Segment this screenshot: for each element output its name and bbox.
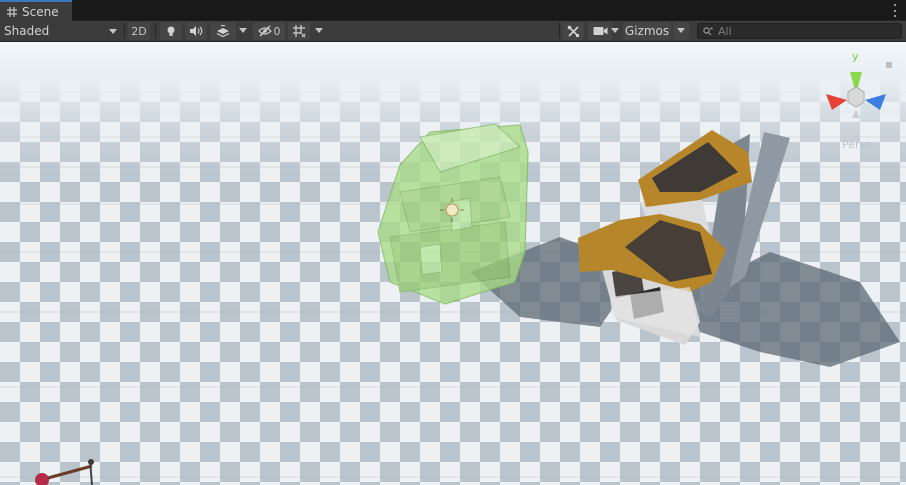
chevron-down-icon (239, 28, 247, 33)
camera-dropdown[interactable] (608, 22, 622, 40)
chevron-down-icon (611, 28, 619, 33)
chevron-down-icon (109, 29, 117, 34)
tab-scene[interactable]: Scene (0, 0, 72, 21)
toggle-2d-button[interactable]: 2D (128, 22, 150, 40)
axis-y-label: y (852, 50, 859, 63)
tools-button[interactable] (562, 22, 584, 40)
chevron-down-icon (315, 28, 323, 33)
scene-visibility-button[interactable]: 0 (253, 22, 285, 40)
lighting-toggle-button[interactable] (160, 22, 182, 40)
grid-snap-icon (293, 25, 306, 38)
tools-icon (567, 25, 579, 37)
draw-mode-dropdown[interactable]: Shaded (4, 21, 120, 41)
gizmos-button[interactable]: Gizmos (623, 22, 671, 40)
scene-toolbar: Shaded 2D 0 Gizmos All (0, 21, 906, 42)
search-icon (703, 26, 713, 35)
effects-dropdown[interactable] (236, 22, 250, 40)
effects-toggle-button[interactable] (210, 22, 236, 40)
grid-icon (7, 6, 17, 17)
scene-viewport[interactable]: y Persp (0, 42, 906, 485)
lightbulb-icon (167, 26, 175, 36)
more-options-icon[interactable] (893, 4, 897, 17)
hidden-count: 0 (273, 24, 281, 38)
gizmos-dropdown[interactable] (673, 22, 689, 40)
camera-icon (593, 27, 607, 35)
grid-dropdown[interactable] (312, 22, 326, 40)
search-placeholder: All (718, 24, 732, 38)
audio-toggle-button[interactable] (185, 22, 207, 40)
scene-view[interactable]: y (0, 42, 906, 485)
search-field[interactable]: All (697, 23, 902, 39)
speaker-icon (190, 26, 203, 36)
grid-toggle-button[interactable] (288, 22, 310, 40)
draw-mode-value: Shaded (4, 24, 50, 38)
projection-label[interactable]: Persp (842, 138, 872, 151)
chevron-down-icon (677, 28, 685, 33)
layers-effects-icon (216, 25, 230, 37)
tab-scene-label: Scene (22, 4, 59, 19)
tab-strip: Scene (0, 0, 906, 21)
eye-slash-icon (257, 25, 272, 37)
